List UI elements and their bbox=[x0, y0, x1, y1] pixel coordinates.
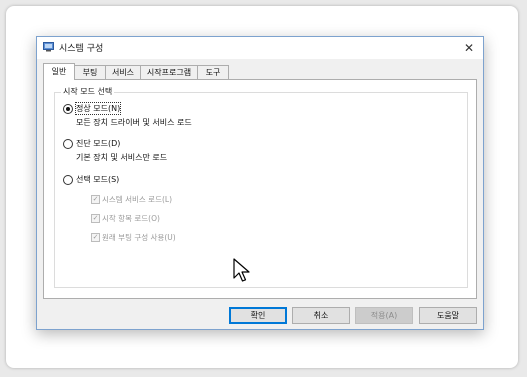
diagnostic-startup-label[interactable]: 진단 모드(D) bbox=[76, 138, 120, 149]
radio-normal-startup[interactable] bbox=[63, 104, 73, 114]
tab-general[interactable]: 일반 bbox=[43, 63, 75, 80]
radio-selective-startup[interactable] bbox=[63, 175, 73, 185]
tab-boot[interactable]: 부팅 bbox=[74, 65, 106, 79]
title-bar: 시스템 구성 ✕ bbox=[37, 37, 483, 59]
apply-button: 적용(A) bbox=[355, 307, 413, 324]
use-original-boot-config-option: ✓ 원래 부팅 구성 사용(U) bbox=[91, 232, 241, 242]
normal-startup-description: 모든 장치 드라이버 및 서비스 로드 bbox=[76, 118, 192, 127]
msconfig-icon bbox=[43, 42, 54, 52]
cancel-button[interactable]: 취소 bbox=[292, 307, 350, 324]
mouse-pointer-icon bbox=[233, 258, 250, 282]
load-system-services-option: ✓ 시스템 서비스 로드(L) bbox=[91, 194, 241, 204]
normal-startup-label[interactable]: 정상 모드(N) bbox=[74, 102, 122, 115]
close-icon: ✕ bbox=[463, 41, 475, 55]
general-tab-panel: 시작 모드 선택 정상 모드(N) 모든 장치 드라이버 및 서비스 로드 진단… bbox=[43, 79, 477, 299]
use-original-boot-config-label: 원래 부팅 구성 사용(U) bbox=[102, 233, 176, 242]
load-system-services-checkbox: ✓ bbox=[91, 195, 100, 204]
load-startup-items-label: 시작 항목 로드(O) bbox=[102, 214, 160, 223]
group-title: 시작 모드 선택 bbox=[61, 86, 115, 97]
tab-tools[interactable]: 도구 bbox=[197, 65, 229, 79]
normal-startup-option[interactable]: 정상 모드(N) bbox=[63, 102, 213, 115]
tab-startup[interactable]: 시작프로그램 bbox=[140, 65, 198, 79]
close-button[interactable]: ✕ bbox=[455, 37, 483, 59]
system-configuration-dialog: 시스템 구성 ✕ 일반 부팅 서비스 시작프로그램 도구 시작 모드 선택 정상… bbox=[36, 36, 484, 330]
tab-services[interactable]: 서비스 bbox=[105, 65, 141, 79]
help-button[interactable]: 도움말 bbox=[419, 307, 477, 324]
radio-diagnostic-startup[interactable] bbox=[63, 139, 73, 149]
diagnostic-startup-option[interactable]: 진단 모드(D) bbox=[63, 138, 213, 150]
ok-button[interactable]: 확인 bbox=[229, 307, 287, 324]
startup-selection-group: 시작 모드 선택 정상 모드(N) 모든 장치 드라이버 및 서비스 로드 진단… bbox=[54, 86, 468, 288]
selective-startup-label[interactable]: 선택 모드(S) bbox=[76, 174, 119, 185]
diagnostic-startup-description: 기본 장치 및 서비스만 로드 bbox=[76, 153, 168, 162]
load-system-services-label: 시스템 서비스 로드(L) bbox=[102, 195, 172, 204]
load-startup-items-option: ✓ 시작 항목 로드(O) bbox=[91, 213, 241, 223]
window-title: 시스템 구성 bbox=[59, 44, 104, 54]
selective-startup-option[interactable]: 선택 모드(S) bbox=[63, 174, 213, 186]
use-original-boot-config-checkbox: ✓ bbox=[91, 233, 100, 242]
load-startup-items-checkbox: ✓ bbox=[91, 214, 100, 223]
